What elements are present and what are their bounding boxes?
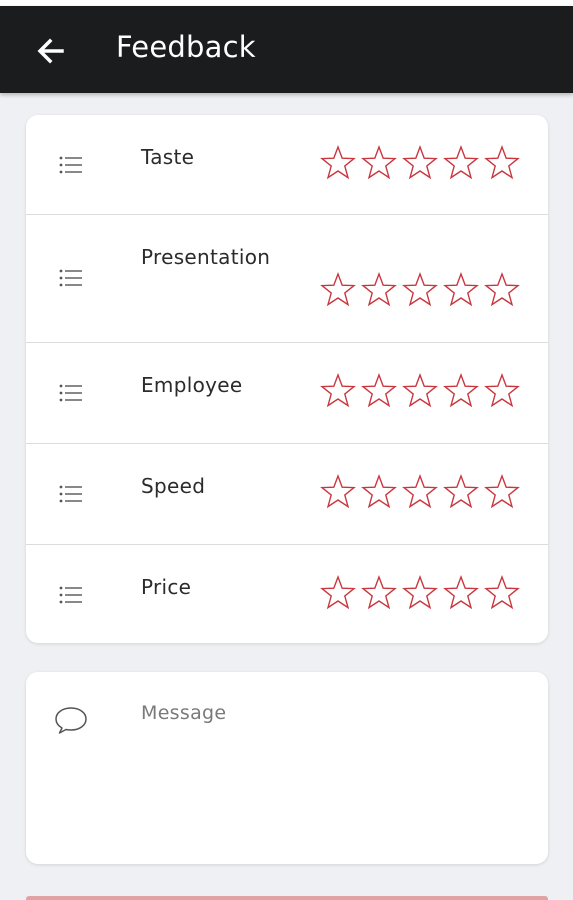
star-rating[interactable]: [320, 575, 520, 611]
rating-row-employee: Employee: [26, 343, 548, 444]
star-rating[interactable]: [320, 145, 520, 181]
star-icon[interactable]: [402, 373, 438, 409]
list-icon: [59, 269, 82, 287]
star-icon[interactable]: [320, 373, 356, 409]
star-icon[interactable]: [443, 145, 479, 181]
rating-row-speed: Speed: [26, 444, 548, 545]
rating-label: Presentation: [141, 245, 271, 269]
star-icon[interactable]: [402, 272, 438, 308]
star-icon[interactable]: [320, 474, 356, 510]
star-icon[interactable]: [484, 373, 520, 409]
list-icon: [59, 384, 82, 402]
speech-bubble-icon: [55, 707, 87, 734]
star-icon[interactable]: [361, 272, 397, 308]
rating-row-price: Price: [26, 545, 548, 645]
page-title: Feedback: [116, 30, 256, 64]
list-icon: [59, 156, 82, 174]
star-icon[interactable]: [361, 145, 397, 181]
list-icon: [59, 586, 82, 604]
star-icon[interactable]: [484, 474, 520, 510]
rating-label: Employee: [141, 373, 243, 397]
star-icon[interactable]: [443, 575, 479, 611]
message-card: [26, 672, 548, 864]
rating-row-taste: Taste: [26, 115, 548, 215]
star-rating[interactable]: [320, 474, 520, 510]
star-icon[interactable]: [443, 474, 479, 510]
rating-label: Taste: [141, 145, 195, 169]
star-icon[interactable]: [361, 575, 397, 611]
rating-row-presentation: Presentation: [26, 215, 548, 343]
star-icon[interactable]: [320, 575, 356, 611]
star-icon[interactable]: [320, 272, 356, 308]
ratings-card: Taste Presentation Employee Speed Price: [26, 115, 548, 643]
star-icon[interactable]: [361, 373, 397, 409]
star-rating[interactable]: [320, 272, 520, 308]
star-icon[interactable]: [320, 145, 356, 181]
star-rating[interactable]: [320, 373, 520, 409]
star-icon[interactable]: [402, 474, 438, 510]
submit-button-edge[interactable]: [26, 896, 548, 900]
star-icon[interactable]: [443, 272, 479, 308]
star-icon[interactable]: [361, 474, 397, 510]
star-icon[interactable]: [484, 145, 520, 181]
rating-label: Price: [141, 575, 192, 599]
star-icon[interactable]: [443, 373, 479, 409]
star-icon[interactable]: [402, 575, 438, 611]
message-input[interactable]: [141, 702, 521, 842]
arrow-left-icon[interactable]: [34, 34, 68, 68]
rating-label: Speed: [141, 474, 206, 498]
app-bar: Feedback: [0, 6, 573, 93]
star-icon[interactable]: [402, 145, 438, 181]
star-icon[interactable]: [484, 575, 520, 611]
star-icon[interactable]: [484, 272, 520, 308]
list-icon: [59, 485, 82, 503]
